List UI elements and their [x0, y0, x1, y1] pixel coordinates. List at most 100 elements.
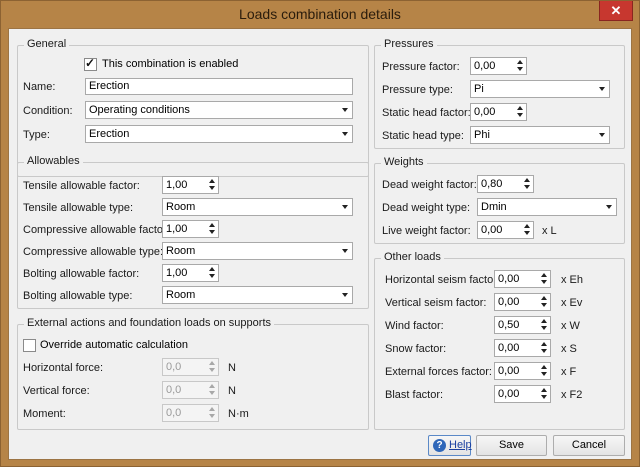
moment-stepper[interactable]: 0,0	[162, 404, 219, 422]
spinner-arrows-icon[interactable]	[540, 295, 548, 309]
compressive-factor-stepper[interactable]: 1,00	[162, 220, 219, 238]
external-forces-value: 0,00	[498, 365, 520, 377]
vertical-seism-stepper[interactable]: 0,00	[494, 293, 551, 311]
tensile-factor-value: 1,00	[166, 179, 188, 191]
static-head-factor-stepper[interactable]: 0,00	[470, 103, 527, 121]
pressure-type-label: Pressure type:	[382, 84, 453, 96]
close-button[interactable]: ✕	[599, 1, 633, 21]
type-value: Erection	[89, 128, 130, 140]
compressive-type-label: Compressive allowable type:	[23, 246, 164, 258]
chevron-down-icon	[342, 132, 348, 136]
type-label: Type:	[23, 129, 50, 141]
spinner-arrows-icon[interactable]	[523, 223, 531, 237]
static-head-type-select[interactable]: Phi	[470, 126, 610, 144]
horizontal-force-stepper[interactable]: 0,0	[162, 358, 219, 376]
checkmark-icon: ✓	[85, 56, 96, 70]
spinner-arrows-icon[interactable]	[516, 105, 524, 119]
condition-select[interactable]: Operating conditions	[85, 101, 353, 119]
snow-factor-stepper[interactable]: 0,00	[494, 339, 551, 357]
spinner-arrows-icon[interactable]	[540, 364, 548, 378]
snow-factor-suffix: x S	[561, 343, 577, 355]
condition-label: Condition:	[23, 105, 73, 117]
bolting-factor-label: Bolting allowable factor:	[23, 268, 140, 280]
bolting-factor-value: 1,00	[166, 267, 188, 279]
spinner-arrows-icon[interactable]	[208, 222, 216, 236]
vertical-force-label: Vertical force:	[23, 385, 90, 397]
dead-weight-factor-stepper[interactable]: 0,80	[477, 175, 534, 193]
bolting-type-value: Room	[166, 289, 196, 301]
name-field[interactable]: Erection	[85, 78, 353, 95]
help-label: Help	[449, 439, 472, 451]
help-button[interactable]: ? Help	[428, 435, 472, 456]
spinner-arrows-icon[interactable]	[208, 178, 216, 192]
wind-factor-value: 0,50	[498, 319, 520, 331]
compressive-factor-value: 1,00	[166, 223, 188, 235]
external-forces-label: External forces factor:	[385, 366, 492, 378]
weights-group-title: Weights	[381, 156, 427, 168]
horizontal-seism-value: 0,00	[498, 273, 520, 285]
external-forces-suffix: x F	[561, 366, 577, 378]
chevron-down-icon	[599, 87, 605, 91]
static-head-type-label: Static head type:	[382, 130, 464, 142]
chevron-down-icon	[606, 205, 612, 209]
dead-weight-type-label: Dead weight type:	[382, 202, 471, 214]
compressive-type-value: Room	[166, 245, 196, 257]
external-forces-stepper[interactable]: 0,00	[494, 362, 551, 380]
dead-weight-factor-label: Dead weight factor:	[382, 179, 477, 191]
static-head-factor-value: 0,00	[474, 106, 496, 118]
moment-label: Moment:	[23, 408, 66, 420]
spinner-arrows-icon[interactable]	[208, 406, 216, 420]
general-group-title: General	[24, 38, 70, 50]
dead-weight-type-value: Dmin	[481, 201, 507, 213]
type-select[interactable]: Erection	[85, 125, 353, 143]
pressure-type-value: Pi	[474, 83, 484, 95]
dead-weight-type-select[interactable]: Dmin	[477, 198, 617, 216]
pressure-type-select[interactable]: Pi	[470, 80, 610, 98]
dialog-client: General ✓ This combination is enabled Na…	[8, 28, 632, 460]
dead-weight-factor-value: 0,80	[481, 178, 503, 190]
enabled-checkbox[interactable]: ✓	[84, 56, 97, 71]
save-button[interactable]: Save	[476, 435, 547, 456]
blast-factor-label: Blast factor:	[385, 389, 444, 401]
bolting-factor-stepper[interactable]: 1,00	[162, 264, 219, 282]
live-weight-factor-stepper[interactable]: 0,00	[477, 221, 534, 239]
tensile-factor-stepper[interactable]: 1,00	[162, 176, 219, 194]
horizontal-force-unit: N	[228, 362, 236, 374]
other-loads-group: Other loads Horizontal seism factor: 0,0…	[374, 251, 625, 430]
spinner-arrows-icon[interactable]	[208, 383, 216, 397]
spinner-arrows-icon[interactable]	[540, 341, 548, 355]
spinner-arrows-icon[interactable]	[208, 360, 216, 374]
dialog-window: Loads combination details ✕ General ✓ Th…	[0, 0, 640, 467]
spinner-arrows-icon[interactable]	[540, 272, 548, 286]
compressive-type-select[interactable]: Room	[162, 242, 353, 260]
bolting-type-select[interactable]: Room	[162, 286, 353, 304]
tensile-type-value: Room	[166, 201, 196, 213]
blast-factor-value: 0,00	[498, 388, 520, 400]
weights-group: Weights Dead weight factor: 0,80 Dead we…	[374, 156, 625, 244]
chevron-down-icon	[599, 133, 605, 137]
pressure-factor-value: 0,00	[474, 60, 496, 72]
title-bar[interactable]: Loads combination details ✕	[1, 1, 639, 27]
spinner-arrows-icon[interactable]	[208, 266, 216, 280]
vertical-force-stepper[interactable]: 0,0	[162, 381, 219, 399]
condition-value: Operating conditions	[89, 104, 190, 116]
pressures-group: Pressures Pressure factor: 0,00 Pressure…	[374, 38, 625, 149]
override-label: Override automatic calculation	[40, 339, 188, 351]
spinner-arrows-icon[interactable]	[516, 59, 524, 73]
wind-factor-stepper[interactable]: 0,50	[494, 316, 551, 334]
cancel-button[interactable]: Cancel	[553, 435, 625, 456]
chevron-down-icon	[342, 205, 348, 209]
horizontal-seism-stepper[interactable]: 0,00	[494, 270, 551, 288]
pressure-factor-stepper[interactable]: 0,00	[470, 57, 527, 75]
live-weight-factor-label: Live weight factor:	[382, 225, 471, 237]
blast-factor-stepper[interactable]: 0,00	[494, 385, 551, 403]
chevron-down-icon	[342, 293, 348, 297]
tensile-type-select[interactable]: Room	[162, 198, 353, 216]
spinner-arrows-icon[interactable]	[540, 387, 548, 401]
external-actions-group-title: External actions and foundation loads on…	[24, 317, 274, 329]
pressure-factor-label: Pressure factor:	[382, 61, 460, 73]
override-checkbox[interactable]	[23, 339, 36, 352]
name-label: Name:	[23, 81, 56, 93]
spinner-arrows-icon[interactable]	[523, 177, 531, 191]
spinner-arrows-icon[interactable]	[540, 318, 548, 332]
